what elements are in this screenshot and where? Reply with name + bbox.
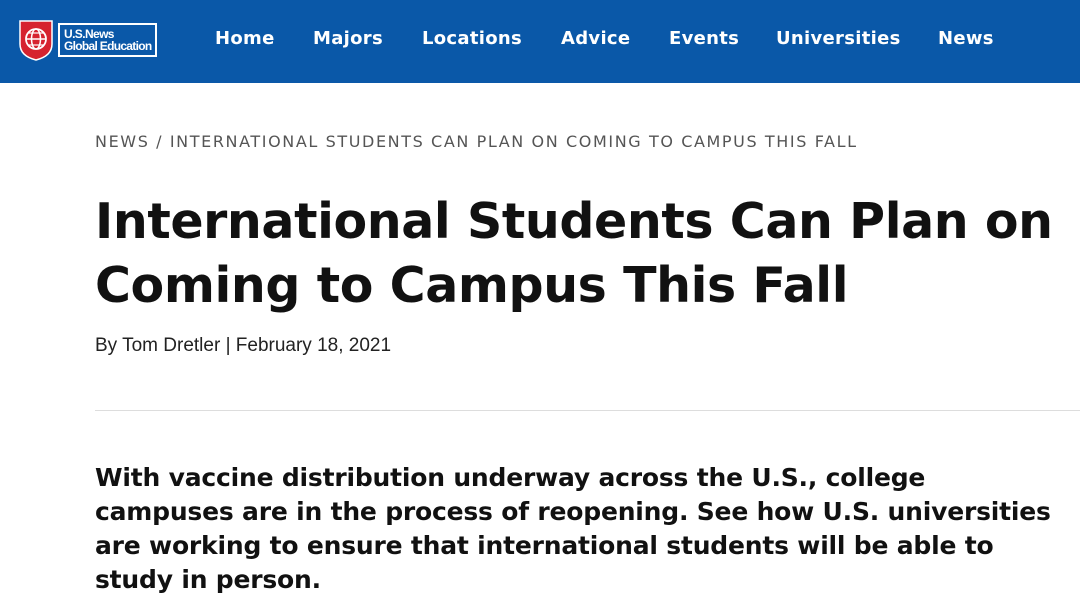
breadcrumb: NEWS / INTERNATIONAL STUDENTS CAN PLAN O… <box>95 132 858 151</box>
article-byline: By Tom Dretler | February 18, 2021 <box>95 335 392 356</box>
breadcrumb-section-link[interactable]: NEWS <box>95 132 149 151</box>
breadcrumb-separator: / <box>149 132 170 151</box>
breadcrumb-current: INTERNATIONAL STUDENTS CAN PLAN ON COMIN… <box>169 132 858 151</box>
main-nav: Home Majors Locations Advice Events Univ… <box>0 0 1080 83</box>
nav-advice[interactable]: Advice <box>561 28 630 49</box>
nav-locations[interactable]: Locations <box>422 28 522 49</box>
article-title: International Students Can Plan on Comin… <box>95 193 1053 314</box>
nav-news[interactable]: News <box>938 28 994 49</box>
site-header: U.S.News Global Education Home Majors Lo… <box>0 0 1080 83</box>
nav-events[interactable]: Events <box>669 28 739 49</box>
nav-home[interactable]: Home <box>215 28 275 49</box>
nav-universities[interactable]: Universities <box>776 28 901 49</box>
section-divider <box>95 410 1080 411</box>
nav-majors[interactable]: Majors <box>313 28 383 49</box>
article-lede: With vaccine distribution underway acros… <box>95 463 1051 594</box>
